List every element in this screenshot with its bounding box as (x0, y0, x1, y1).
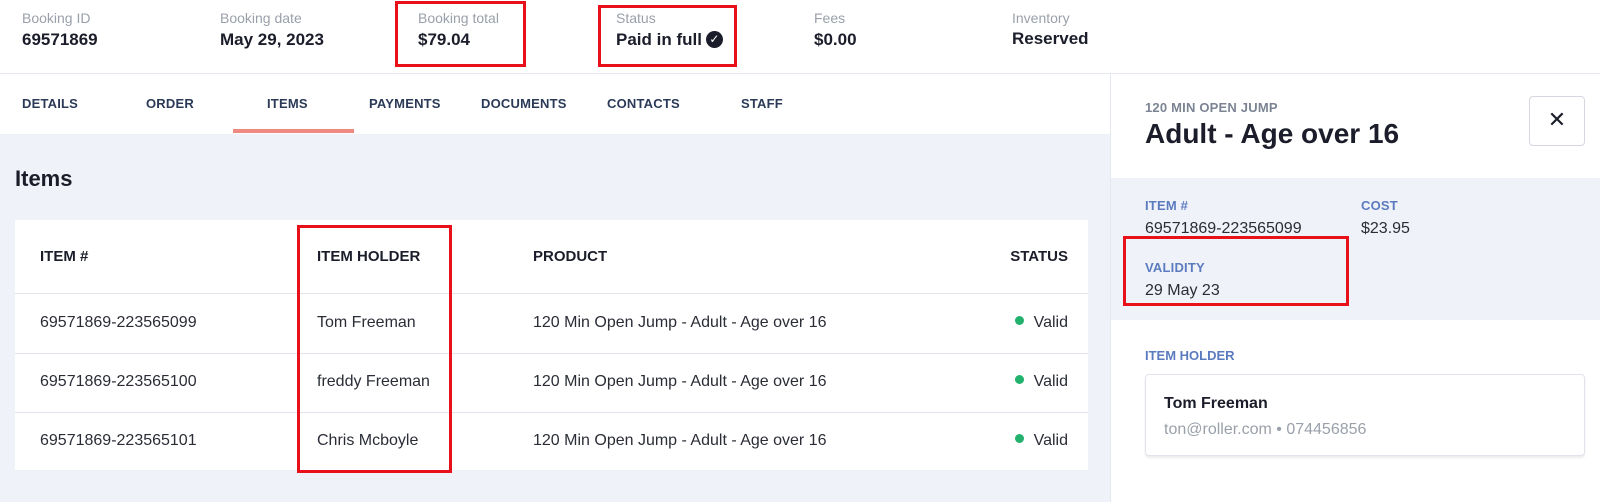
item-status: Valid (1014, 373, 1068, 391)
holder-contact: ton@roller.com • 074456856 (1164, 421, 1367, 438)
tab-order[interactable]: ORDER (146, 96, 194, 111)
panel-subtitle: 120 MIN OPEN JUMP (1145, 100, 1278, 115)
booking-date-value: May 29, 2023 (220, 30, 324, 49)
highlight-box-validity (1123, 236, 1349, 306)
tab-payments[interactable]: PAYMENTS (369, 96, 441, 111)
highlight-box-holder-column (297, 225, 452, 473)
fees-label: Fees (814, 10, 846, 26)
items-section-title: Items (15, 166, 73, 191)
close-button[interactable]: ✕ (1529, 96, 1585, 146)
cost-label: COST (1361, 198, 1398, 213)
item-status: Valid (1014, 314, 1068, 332)
summary-fees: Fees $0.00 (814, 10, 857, 50)
inventory-label: Inventory (1012, 10, 1070, 26)
table-row[interactable]: 69571869-223565099 Tom Freeman 120 Min O… (15, 294, 1088, 354)
summary-inventory: Inventory Reserved (1012, 10, 1089, 49)
column-header-item: ITEM # (40, 248, 89, 265)
tab-documents[interactable]: DOCUMENTS (481, 96, 567, 111)
holder-card[interactable]: Tom Freeman ton@roller.com • 074456856 (1145, 374, 1585, 456)
tab-details[interactable]: DETAILS (22, 96, 78, 111)
tab-staff[interactable]: STAFF (741, 96, 783, 111)
item-product: 120 Min Open Jump - Adult - Age over 16 (533, 373, 827, 390)
holder-name: Tom Freeman (1164, 395, 1268, 412)
item-number: 69571869-223565100 (40, 373, 197, 390)
active-tab-indicator (233, 129, 354, 133)
booking-summary-bar: Booking ID 69571869 Booking date May 29,… (0, 0, 1600, 74)
column-header-product: PRODUCT (533, 248, 608, 265)
inventory-value: Reserved (1012, 29, 1089, 48)
item-status: Valid (1014, 432, 1068, 450)
table-row[interactable]: 69571869-223565101 Chris Mcboyle 120 Min… (15, 412, 1088, 472)
item-product: 120 Min Open Jump - Adult - Age over 16 (533, 314, 827, 331)
booking-tabs: DETAILS ORDER ITEMS PAYMENTS DOCUMENTS C… (0, 74, 1110, 134)
item-product: 120 Min Open Jump - Adult - Age over 16 (533, 432, 827, 449)
table-row[interactable]: 69571869-223565100 freddy Freeman 120 Mi… (15, 353, 1088, 413)
booking-main-pane: DETAILS ORDER ITEMS PAYMENTS DOCUMENTS C… (0, 74, 1110, 502)
items-table: ITEM # ITEM HOLDER PRODUCT STATUS 695718… (15, 220, 1088, 473)
status-text: Valid (1033, 432, 1068, 449)
status-dot-icon (1014, 316, 1024, 325)
item-number: 69571869-223565099 (40, 314, 197, 331)
item-number-label: ITEM # (1145, 198, 1189, 213)
booking-id-label: Booking ID (22, 10, 91, 26)
summary-booking-date: Booking date May 29, 2023 (220, 10, 324, 50)
summary-booking-id: Booking ID 69571869 (22, 10, 98, 50)
close-icon: ✕ (1547, 108, 1567, 133)
tab-items[interactable]: ITEMS (267, 96, 308, 111)
status-dot-icon (1014, 375, 1024, 384)
column-header-status: STATUS (1010, 248, 1068, 265)
status-text: Valid (1033, 314, 1068, 331)
item-number: 69571869-223565101 (40, 432, 197, 449)
cost-value: $23.95 (1361, 220, 1410, 237)
highlight-box-status (598, 5, 737, 67)
items-table-header: ITEM # ITEM HOLDER PRODUCT STATUS (15, 220, 1088, 294)
highlight-box-total (395, 1, 526, 67)
booking-date-label: Booking date (220, 10, 302, 26)
panel-info-block: ITEM # 69571869-223565099 COST $23.95 VA… (1111, 178, 1600, 320)
booking-id-value: 69571869 (22, 30, 98, 49)
item-detail-panel: 120 MIN OPEN JUMP Adult - Age over 16 ✕ … (1110, 74, 1600, 502)
holder-section-label: ITEM HOLDER (1145, 348, 1235, 363)
panel-title: Adult - Age over 16 (1145, 118, 1400, 149)
fees-value: $0.00 (814, 30, 857, 49)
status-text: Valid (1033, 373, 1068, 390)
status-dot-icon (1014, 434, 1024, 443)
tab-contacts[interactable]: CONTACTS (607, 96, 680, 111)
